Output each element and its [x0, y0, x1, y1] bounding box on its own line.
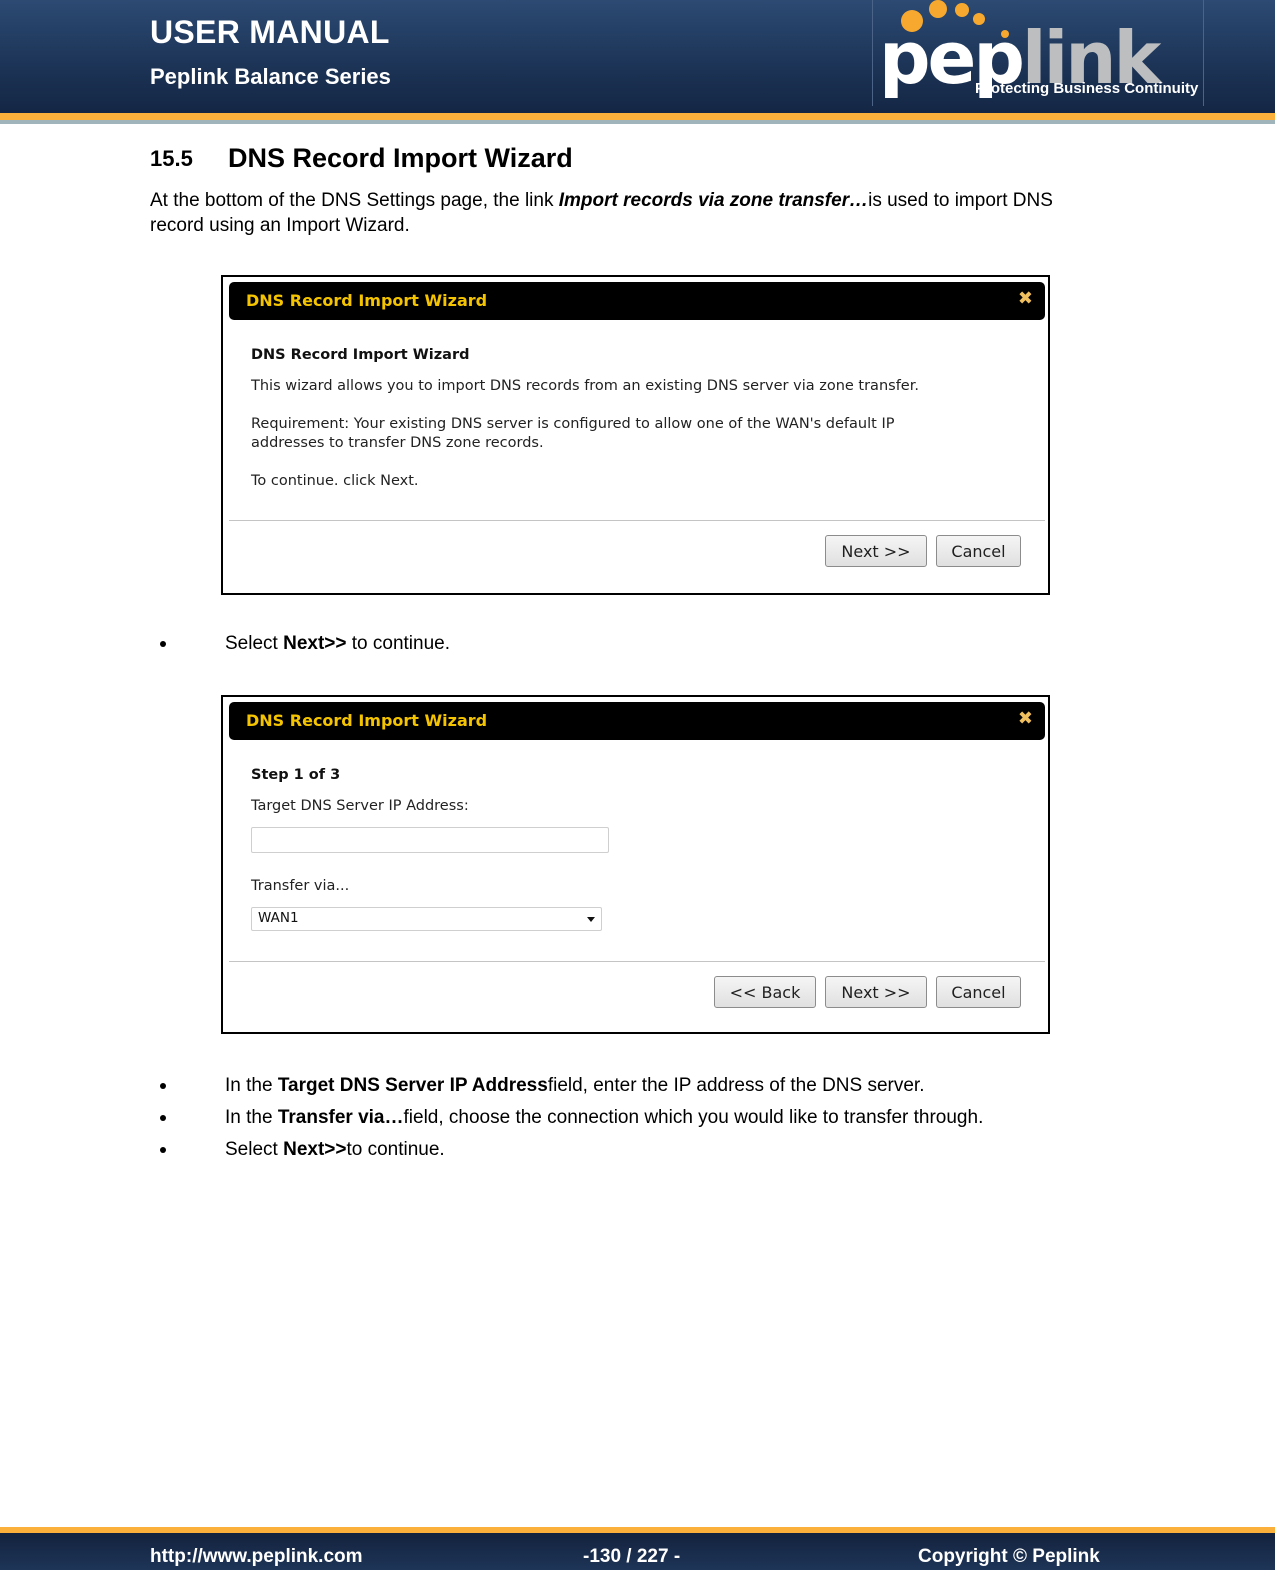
manual-title: USER MANUAL [150, 14, 390, 50]
dialog-instruction: To continue. click Next. [251, 473, 419, 489]
target-dns-ip-input[interactable] [251, 827, 609, 853]
header-orange-rule [0, 113, 1275, 120]
next-button[interactable]: Next >> [825, 535, 927, 567]
back-button[interactable]: << Back [714, 976, 816, 1008]
bullet-bold: Target DNS Server IP Address [277, 1075, 548, 1096]
close-icon[interactable]: ✖ [1018, 288, 1033, 309]
bullet-pre: Select [225, 633, 284, 654]
transfer-via-label: Transfer via... [251, 878, 350, 894]
logo-tagline: Protecting Business Continuity [975, 80, 1199, 97]
intro-paragraph: At the bottom of the DNS Settings page, … [150, 188, 1110, 238]
dialog-title-bar: DNS Record Import Wizard ✖ [229, 282, 1045, 320]
bullet-bold: Next>> [283, 1139, 347, 1160]
bullet-text: In the Transfer via…field, choose the co… [225, 1107, 983, 1129]
cancel-button[interactable]: Cancel [936, 535, 1021, 567]
dialog-title-bar: DNS Record Import Wizard ✖ [229, 702, 1045, 740]
bullet-pre: Select [225, 1139, 284, 1160]
page-header: USER MANUAL Peplink Balance Series pepli… [0, 0, 1275, 113]
header-grey-rule [0, 120, 1275, 124]
section-title: DNS Record Import Wizard [228, 143, 573, 173]
bullet-pre: In the [225, 1107, 278, 1128]
page-number: -130 / 227 - [583, 1546, 681, 1567]
bullet-icon [160, 1083, 166, 1089]
transfer-via-value: WAN1 [258, 910, 299, 926]
dialog-divider [229, 961, 1045, 962]
bullet-text: In the Target DNS Server IP Addressfield… [225, 1075, 925, 1097]
close-icon[interactable]: ✖ [1018, 708, 1033, 729]
dialog-description: This wizard allows you to import DNS rec… [251, 378, 919, 394]
footer-url[interactable]: http://www.peplink.com [150, 1546, 363, 1568]
bullet-bold: Transfer via… [277, 1107, 404, 1128]
bullet-post: to continue. [346, 1139, 445, 1160]
transfer-via-select[interactable]: WAN1 [251, 907, 602, 931]
import-records-link: Import records via zone transfer… [558, 190, 869, 211]
wizard-dialog-intro: DNS Record Import Wizard ✖ DNS Record Im… [221, 275, 1050, 595]
bullet-icon [160, 1115, 166, 1121]
ip-address-label: Target DNS Server IP Address: [251, 798, 469, 814]
section-number: 15.5 [150, 146, 193, 171]
dialog-requirement-line2: addresses to transfer DNS zone records. [251, 435, 544, 451]
logo-dot-icon [955, 3, 969, 17]
footer-copyright: Copyright © Peplink [918, 1546, 1100, 1567]
manual-subtitle: Peplink Balance Series [150, 64, 391, 89]
dialog-requirement-line1: Requirement: Your existing DNS server is… [251, 416, 895, 432]
bullet-post: field, enter the IP address of the DNS s… [547, 1075, 925, 1096]
dialog-title: DNS Record Import Wizard [246, 711, 488, 730]
intro-text: At the bottom of the DNS Settings page, … [150, 190, 559, 211]
dialog-heading: DNS Record Import Wizard [251, 347, 470, 363]
bullet-text: Select Next>>to continue. [225, 1139, 445, 1161]
step-indicator: Step 1 of 3 [251, 767, 341, 783]
bullet-icon [160, 1147, 166, 1153]
bullet-pre: In the [225, 1075, 278, 1096]
bullet-icon [160, 641, 166, 647]
wizard-dialog-step1: DNS Record Import Wizard ✖ Step 1 of 3 T… [221, 695, 1050, 1034]
cancel-button[interactable]: Cancel [936, 976, 1021, 1008]
next-button[interactable]: Next >> [825, 976, 927, 1008]
bullet-post: to continue. [346, 633, 450, 654]
chevron-down-icon [587, 917, 595, 922]
bullet-text: Select Next>> to continue. [225, 633, 450, 655]
bullet-bold: Next>> [283, 633, 347, 654]
dialog-title: DNS Record Import Wizard [246, 291, 488, 310]
dialog-divider [229, 520, 1045, 521]
bullet-post: field, choose the connection which you w… [403, 1107, 984, 1128]
peplink-logo: peplink Protecting Business Continuity [872, 0, 1204, 106]
